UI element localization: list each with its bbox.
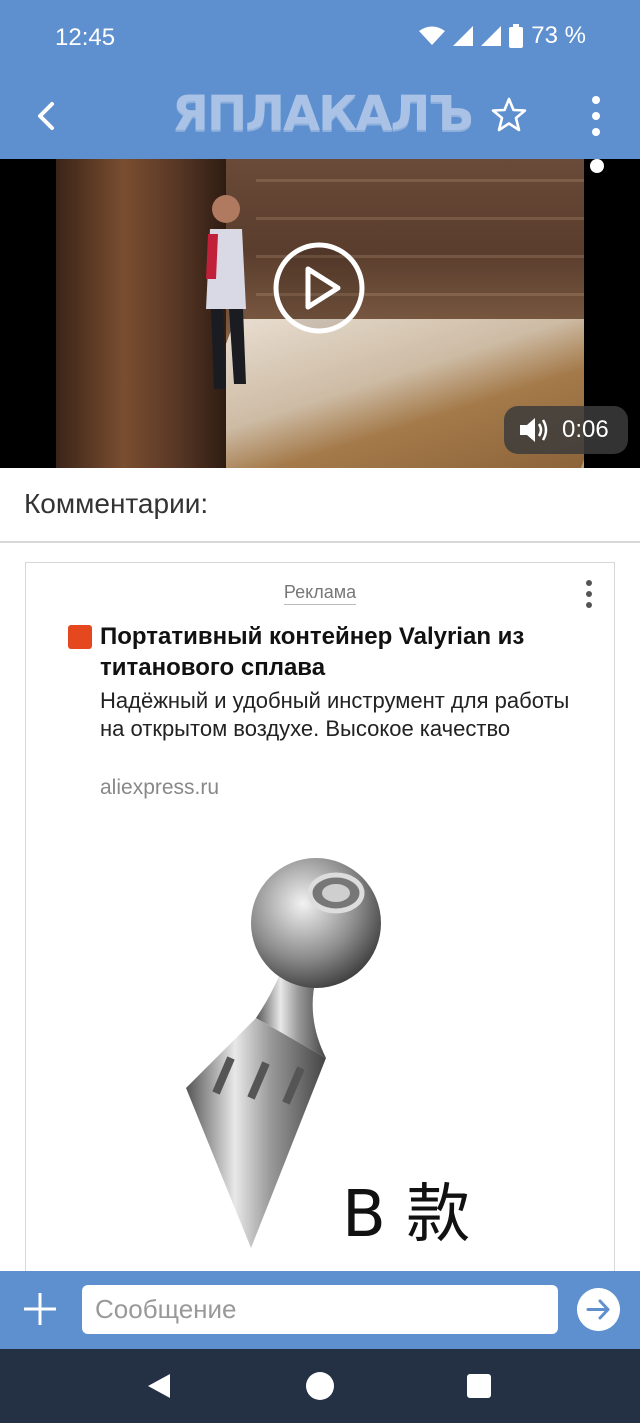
- send-icon[interactable]: [577, 1288, 620, 1331]
- app-header: ЯПЛАКАЛЪ: [0, 76, 640, 159]
- star-icon[interactable]: [490, 96, 528, 134]
- wifi-icon: [419, 26, 446, 45]
- play-icon[interactable]: [272, 241, 366, 335]
- ad-label: Реклама: [26, 582, 614, 605]
- divider: [0, 541, 640, 543]
- aliexpress-favicon-icon: [68, 625, 92, 649]
- system-nav-bar: [0, 1349, 640, 1423]
- message-input[interactable]: Сообщение: [82, 1285, 558, 1334]
- ad-more-icon[interactable]: [582, 579, 596, 609]
- message-bar: Сообщение: [0, 1271, 640, 1349]
- video-indicator-dot: [590, 159, 604, 173]
- battery-percent: 73 %: [531, 22, 586, 49]
- signal-icon: [453, 26, 474, 46]
- battery-icon: [509, 24, 524, 48]
- volume-icon[interactable]: [518, 416, 550, 444]
- video-duration: 0:06: [562, 416, 609, 443]
- more-options-icon[interactable]: [584, 94, 608, 138]
- video-player[interactable]: 0:06: [0, 159, 640, 468]
- status-time: 12:45: [55, 24, 116, 51]
- ad-image-caption: B 款: [342, 1178, 471, 1252]
- video-duration-pill[interactable]: 0:06: [504, 406, 628, 454]
- nav-home-icon[interactable]: [306, 1372, 334, 1400]
- status-bar: 12:45 73 %: [0, 0, 640, 76]
- ad-title[interactable]: Портативный контейнер Valyrian из титано…: [100, 621, 580, 683]
- app-logo[interactable]: ЯПЛАКАЛЪ: [172, 86, 473, 142]
- nav-back-icon[interactable]: [146, 1373, 172, 1399]
- plus-icon[interactable]: [22, 1291, 58, 1327]
- signal-icon-2: [481, 26, 502, 46]
- ad-card[interactable]: Реклама Портативный контейнер Valyrian и…: [25, 562, 615, 1283]
- status-icons: 73 %: [419, 22, 586, 50]
- video-person-figure: [206, 195, 246, 389]
- comments-heading: Комментарии:: [24, 488, 209, 519]
- ad-description: Надёжный и удобный инструмент для работы…: [100, 688, 570, 741]
- ad-domain[interactable]: aliexpress.ru: [100, 776, 219, 800]
- back-arrow-icon[interactable]: [28, 96, 68, 136]
- nav-recents-icon[interactable]: [467, 1374, 491, 1398]
